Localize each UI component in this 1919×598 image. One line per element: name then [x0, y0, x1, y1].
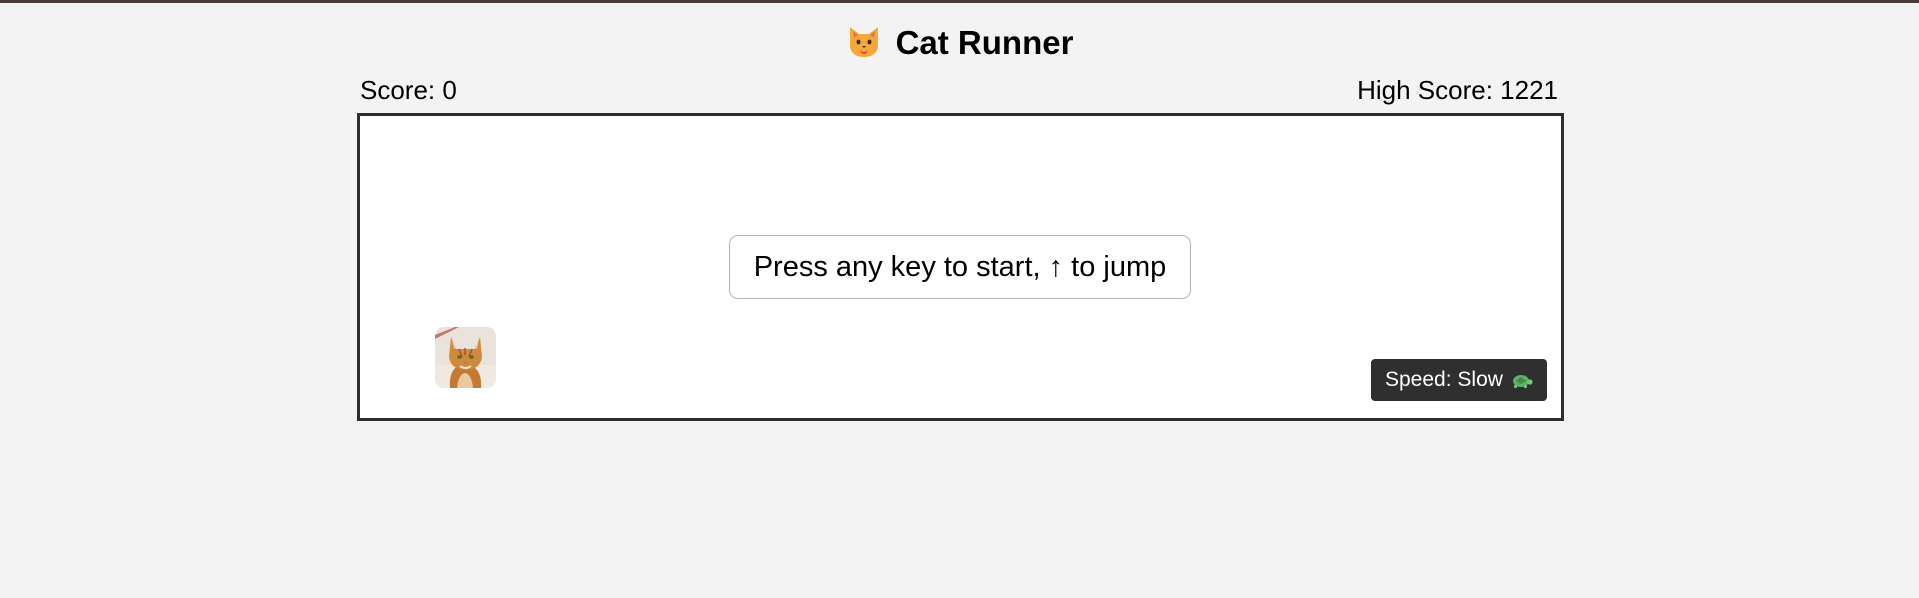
title-text: Cat Runner: [895, 24, 1074, 61]
start-message: Press any key to start, ↑ to jump: [729, 235, 1191, 299]
top-border-line: [0, 0, 1919, 3]
cat-sprite: [435, 327, 496, 388]
score-label: Score: 0: [360, 75, 457, 105]
turtle-icon: [1512, 375, 1533, 388]
score-bar: Score: 0 High Score: 1221: [359, 74, 1559, 106]
game-canvas[interactable]: Press any key to start, ↑ to jump Speed:…: [357, 113, 1564, 421]
cat-photo-icon: [435, 327, 496, 388]
high-score-label: High Score: 1221: [1357, 75, 1558, 105]
page-title: Cat Runner: [0, 20, 1919, 66]
speed-indicator: Speed: Slow: [1371, 359, 1547, 401]
speed-label: Speed: Slow: [1385, 368, 1503, 391]
cat-face-icon: [849, 27, 878, 57]
